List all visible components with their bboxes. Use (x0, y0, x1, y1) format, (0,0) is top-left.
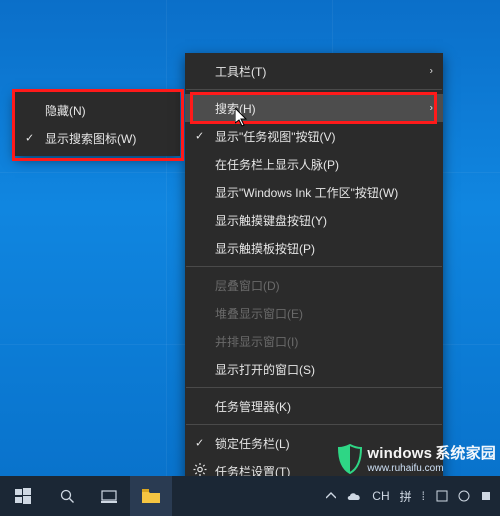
submenu-item-1[interactable]: ✓ 显示搜索图标(W) (15, 124, 180, 152)
menu-item-label: 并排显示窗口(I) (215, 333, 298, 350)
menu-separator (186, 387, 442, 388)
folder-icon (142, 489, 160, 503)
search-submenu[interactable]: 隐藏(N) ✓ 显示搜索图标(W) (15, 92, 180, 156)
menu-separator (186, 89, 442, 90)
watermark-url: www.ruhaifu.com (367, 463, 496, 474)
menu-item-label: 显示"任务视图"按钮(V) (215, 128, 336, 145)
menu-item-1-2[interactable]: 在任务栏上显示人脉(P) (185, 150, 443, 178)
menu-item-2-3[interactable]: 显示打开的窗口(S) (185, 355, 443, 383)
check-icon: ✓ (25, 132, 34, 145)
task-view-icon (101, 489, 117, 503)
menu-item-label: 显示打开的窗口(S) (215, 361, 315, 378)
task-view-button[interactable] (88, 476, 130, 516)
tray-item-1[interactable] (436, 490, 448, 502)
menu-item-label: 工具栏(T) (215, 63, 266, 80)
menu-item-2-0: 层叠窗口(D) (185, 271, 443, 299)
menu-item-1-1[interactable]: ✓ 显示"任务视图"按钮(V) (185, 122, 443, 150)
chevron-up-icon (326, 492, 336, 500)
menu-item-2-1: 堆叠显示窗口(E) (185, 299, 443, 327)
ime-language[interactable]: CH (372, 489, 389, 503)
menu-item-2-2: 并排显示窗口(I) (185, 327, 443, 355)
search-icon (60, 489, 75, 504)
menu-item-1-0[interactable]: 搜索(H) › (185, 94, 443, 122)
chevron-right-icon: › (430, 103, 433, 114)
ime-mode[interactable]: 拼 (400, 488, 412, 505)
start-button[interactable] (0, 476, 46, 516)
check-icon: ✓ (195, 437, 204, 450)
shield-icon (337, 444, 363, 474)
menu-separator (186, 266, 442, 267)
watermark-sub: 系统家园 (435, 445, 496, 462)
tray-chevron-up[interactable] (326, 492, 336, 500)
menu-item-label: 显示触摸键盘按钮(Y) (215, 212, 327, 229)
submenu-item-label: 隐藏(N) (45, 102, 86, 119)
watermark: windows 系统家园 www.ruhaifu.com (337, 442, 496, 474)
menu-item-label: 层叠窗口(D) (215, 277, 280, 294)
menu-item-3-0[interactable]: 任务管理器(K) (185, 392, 443, 420)
taskbar-context-menu[interactable]: 工具栏(T) › 搜索(H) › ✓ 显示"任务视图"按钮(V) 在任务栏上显示人脉(P) 显… (185, 53, 443, 489)
tray-item-2[interactable] (458, 490, 470, 502)
submenu-item-label: 显示搜索图标(W) (45, 130, 136, 147)
menu-item-label: 显示"Windows Ink 工作区"按钮(W) (215, 184, 398, 201)
taskbar-app-explorer[interactable] (130, 476, 172, 516)
menu-item-label: 显示触摸板按钮(P) (215, 240, 315, 257)
taskbar-search-button[interactable] (46, 476, 88, 516)
cloud-icon (346, 491, 362, 502)
menu-separator (186, 424, 442, 425)
menu-item-1-5[interactable]: 显示触摸板按钮(P) (185, 234, 443, 262)
chevron-right-icon: › (430, 66, 433, 77)
menu-item-0-0[interactable]: 工具栏(T) › (185, 57, 443, 85)
tray-generic-icon (458, 490, 470, 502)
tray-generic-icon (436, 490, 448, 502)
menu-item-label: 在任务栏上显示人脉(P) (215, 156, 339, 173)
watermark-brand: windows (367, 445, 432, 462)
tray-generic-icon (480, 490, 492, 502)
menu-item-label: 堆叠显示窗口(E) (215, 305, 303, 322)
menu-item-label: 搜索(H) (215, 100, 256, 117)
tray-onedrive[interactable] (346, 491, 362, 502)
submenu-item-0[interactable]: 隐藏(N) (15, 96, 180, 124)
taskbar[interactable]: CH 拼 ⁞ (0, 476, 500, 516)
check-icon: ✓ (195, 130, 204, 143)
tray-item-3[interactable] (480, 490, 492, 502)
menu-item-1-4[interactable]: 显示触摸键盘按钮(Y) (185, 206, 443, 234)
menu-item-1-3[interactable]: 显示"Windows Ink 工作区"按钮(W) (185, 178, 443, 206)
menu-item-label: 任务管理器(K) (215, 398, 291, 415)
ime-options[interactable]: ⁞ (422, 489, 426, 503)
windows-logo-icon (15, 488, 31, 504)
menu-item-label: 锁定任务栏(L) (215, 435, 290, 452)
